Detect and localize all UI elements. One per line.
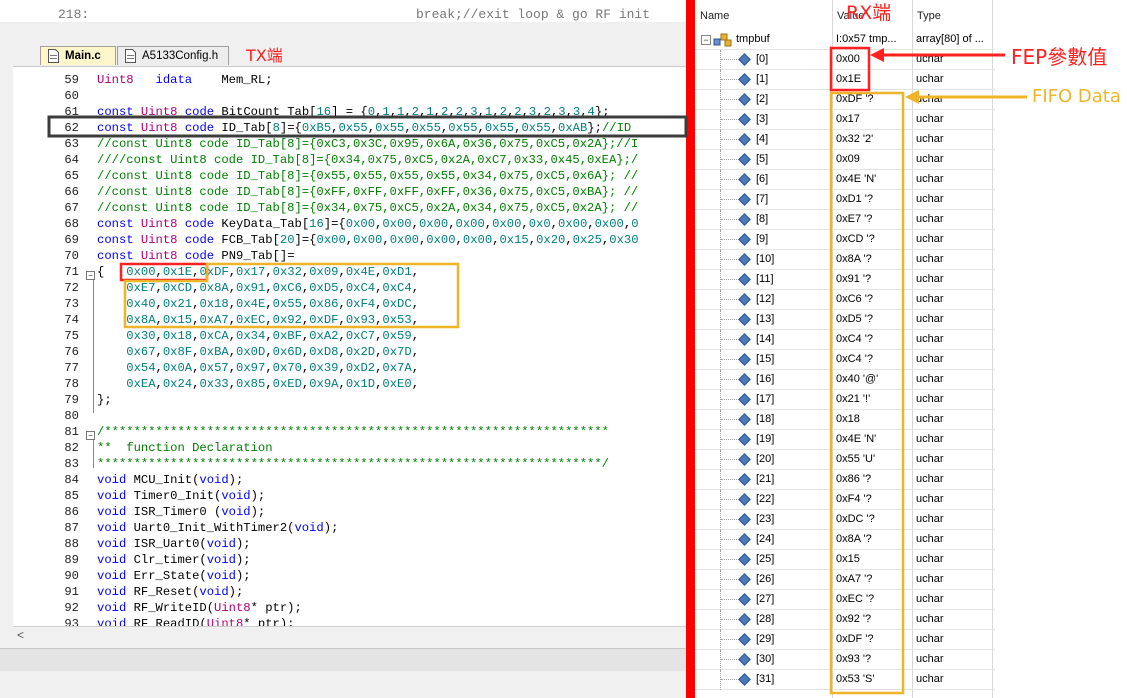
rx-fep-box	[829, 46, 871, 92]
rx-label: RX端	[846, 2, 892, 24]
fifo-label: FIFO Data	[1032, 86, 1121, 107]
fifo-arrow-head	[905, 90, 919, 104]
tx-fep-box	[119, 262, 209, 282]
fep-label: FEP參數值	[1011, 45, 1108, 69]
fep-arrow-head	[870, 48, 884, 62]
annotation-overlay	[47, 46, 1027, 695]
id-tab-highlight-box	[47, 115, 688, 138]
rx-fifo-box	[829, 91, 905, 695]
tx-label: TX端	[246, 46, 283, 65]
tx-fifo-box	[123, 262, 460, 329]
